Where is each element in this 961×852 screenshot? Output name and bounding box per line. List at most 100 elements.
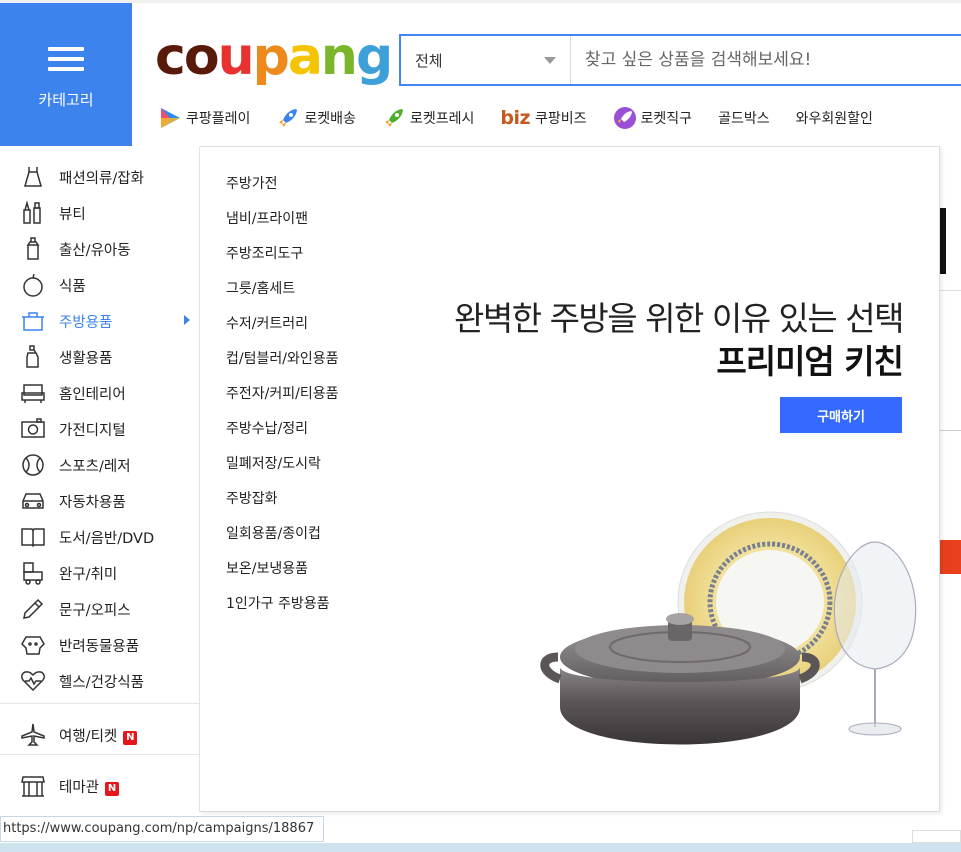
category-item-toys[interactable]: 완구/취미 xyxy=(0,555,200,591)
category-item-electronics[interactable]: 가전디지털 xyxy=(0,411,200,447)
heart-pulse-icon xyxy=(21,671,45,692)
kitchen-icon xyxy=(22,312,44,331)
category-label: 홈인테리어 xyxy=(59,386,126,403)
apple-icon xyxy=(23,273,43,297)
subcategory-item[interactable]: 주방잡화 xyxy=(226,482,338,517)
category-item-stationery[interactable]: 문구/오피스 xyxy=(0,591,200,627)
subcategory-item[interactable]: 그릇/홈세트 xyxy=(226,272,338,307)
nav-rocket-fresh[interactable]: 로켓프레시 xyxy=(382,106,474,130)
nav-rocket-global[interactable]: 로켓직구 xyxy=(613,106,693,130)
nav-rocket-delivery[interactable]: 로켓배송 xyxy=(276,106,356,130)
category-label: 출산/유아동 xyxy=(59,242,131,259)
dog-icon xyxy=(21,636,45,655)
category-item-sports[interactable]: 스포츠/레저 xyxy=(0,447,200,483)
category-label: 생활용품 xyxy=(59,350,113,367)
subcategory-item[interactable]: 밀폐저장/도시락 xyxy=(226,447,338,482)
dress-icon xyxy=(24,167,42,187)
kitchen-products-image[interactable] xyxy=(530,507,920,807)
subcategory-item[interactable]: 주방조리도구 xyxy=(226,237,338,272)
toy-icon xyxy=(23,562,43,585)
category-label: 완구/취미 xyxy=(59,566,118,583)
ball-icon xyxy=(22,454,44,476)
nav-label: 쿠팡플레이 xyxy=(186,111,251,127)
subcategory-item[interactable]: 주전자/커피/티용품 xyxy=(226,377,338,412)
search-input[interactable] xyxy=(571,36,961,84)
subcategory-item[interactable]: 보온/보냉용품 xyxy=(226,552,338,587)
chevron-down-icon xyxy=(544,56,556,64)
rocket-icon xyxy=(279,109,298,127)
subcategory-item[interactable]: 냄비/프라이팬 xyxy=(226,202,338,237)
category-item-fashion[interactable]: 패션의류/잡화 xyxy=(0,159,200,195)
search-scope-select[interactable]: 전체 xyxy=(401,36,571,84)
category-label: 테마관 N xyxy=(59,776,120,797)
top-border xyxy=(0,0,961,3)
biz-logo: biz xyxy=(500,107,531,129)
category-label: 스포츠/레저 xyxy=(59,458,131,475)
category-item-travel[interactable]: 여행/티켓 N xyxy=(0,717,200,753)
category-label: 문구/오피스 xyxy=(59,602,131,619)
subcategory-item[interactable]: 일회용품/종이컵 xyxy=(226,517,338,552)
book-icon xyxy=(21,528,45,548)
logo-letter: n xyxy=(320,27,358,87)
category-label: 뷰티 xyxy=(59,206,86,223)
category-item-baby[interactable]: 출산/유아동 xyxy=(0,231,200,267)
sofa-icon xyxy=(21,384,45,403)
subcategory-item[interactable]: 컵/텀블러/와인용품 xyxy=(226,342,338,377)
cosmetics-icon xyxy=(23,200,41,224)
category-menu: 패션의류/잡화 뷰티 출산/유아동 식품 주방용품 생활용품 홈인테리어 가전디… xyxy=(0,146,200,812)
nav-coupang-play[interactable]: 쿠팡플레이 xyxy=(158,106,250,130)
category-label: 가전디지털 xyxy=(59,422,126,439)
subcategory-list: 주방가전 냄비/프라이팬 주방조리도구 그릇/홈세트 수저/커트러리 컵/텀블러… xyxy=(226,167,338,622)
logo-letter: o xyxy=(183,27,220,87)
car-icon xyxy=(22,493,44,509)
background-banner-fragment xyxy=(940,540,961,574)
category-item-food[interactable]: 식품 xyxy=(0,267,200,303)
logo-letter: g xyxy=(355,27,393,87)
category-item-living[interactable]: 생활용품 xyxy=(0,339,200,375)
category-label: 식품 xyxy=(59,278,86,295)
category-label: 패션의류/잡화 xyxy=(59,170,144,187)
category-item-books[interactable]: 도서/음반/DVD xyxy=(0,519,200,555)
quick-nav: 쿠팡플레이 로켓배송 로켓프레시 biz 쿠팡비즈 로켓직구 골드박스 와우회원… xyxy=(158,100,899,136)
detergent-icon xyxy=(26,345,39,368)
coupang-play-icon xyxy=(161,108,180,128)
category-item-beauty[interactable]: 뷰티 xyxy=(0,195,200,231)
category-item-kitchen[interactable]: 주방용품 xyxy=(0,303,200,339)
nav-wow-discount[interactable]: 와우회원할인 xyxy=(796,108,873,128)
search-bar: 전체 xyxy=(399,34,961,86)
nav-label: 로켓배송 xyxy=(304,111,356,127)
category-label: 도서/음반/DVD xyxy=(59,530,155,547)
subcategory-item[interactable]: 주방수납/정리 xyxy=(226,412,338,447)
category-label: 반려동물용품 xyxy=(59,638,140,655)
category-menu-button[interactable]: 카테고리 xyxy=(0,3,132,146)
menu-divider xyxy=(0,703,200,704)
subcategory-item[interactable]: 수저/커트러리 xyxy=(226,307,338,342)
logo-letter: p xyxy=(252,27,290,87)
promo-headline: 완벽한 주방을 위한 이유 있는 선택 xyxy=(454,299,905,338)
camera-icon xyxy=(21,418,45,438)
buy-button[interactable]: 구매하기 xyxy=(780,397,902,433)
background-banner-fragment xyxy=(940,290,961,291)
new-badge: N xyxy=(123,730,138,745)
new-badge: N xyxy=(105,781,120,796)
promo-title: 프리미엄 키친 xyxy=(716,342,904,381)
baby-bottle-icon xyxy=(26,237,40,260)
nav-label: 로켓직구 xyxy=(640,111,693,127)
subcategory-panel: 주방가전 냄비/프라이팬 주방조리도구 그릇/홈세트 수저/커트러리 컵/텀블러… xyxy=(200,146,940,812)
taskbar-strip xyxy=(0,843,961,852)
subcategory-item[interactable]: 1인가구 주방용품 xyxy=(226,587,338,622)
status-bar-url: https://www.coupang.com/np/campaigns/188… xyxy=(0,816,324,842)
nav-label: 로켓프레시 xyxy=(409,111,475,127)
menu-divider xyxy=(0,754,200,755)
coupang-logo[interactable]: coupang xyxy=(155,26,393,88)
subcategory-item[interactable]: 주방가전 xyxy=(226,167,338,202)
category-item-interior[interactable]: 홈인테리어 xyxy=(0,375,200,411)
category-item-health[interactable]: 헬스/건강식품 xyxy=(0,663,200,699)
category-item-pets[interactable]: 반려동물용품 xyxy=(0,627,200,663)
category-label: 카테고리 xyxy=(38,91,94,109)
store-icon xyxy=(21,776,45,797)
category-item-automotive[interactable]: 자동차용품 xyxy=(0,483,200,519)
nav-coupang-biz[interactable]: biz 쿠팡비즈 xyxy=(500,107,586,129)
category-item-theme[interactable]: 테마관 N xyxy=(0,768,200,804)
nav-goldbox[interactable]: 골드박스 xyxy=(718,108,770,128)
